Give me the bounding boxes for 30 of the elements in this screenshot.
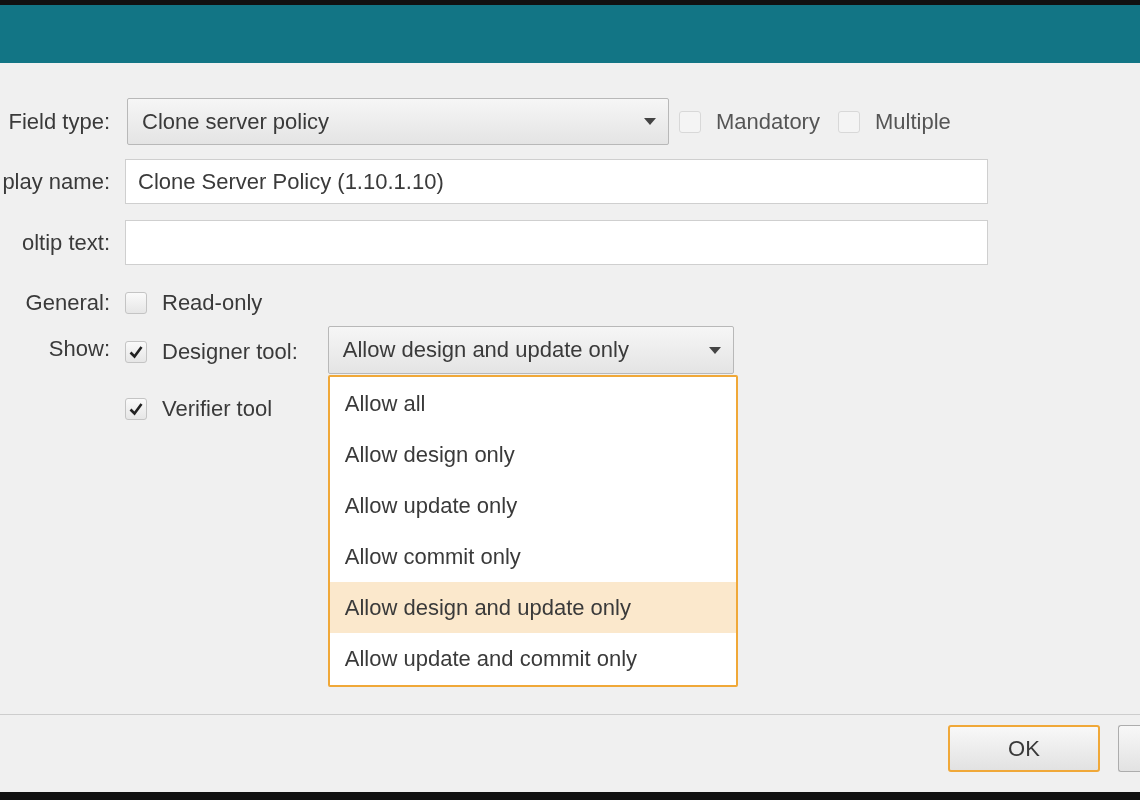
dropdown-option[interactable]: Allow commit only (329, 531, 736, 582)
checkbox[interactable] (837, 110, 860, 133)
field-label: Show: (47, 336, 110, 362)
checkbox[interactable] (125, 292, 147, 314)
dialog-button[interactable]: OK (948, 725, 1100, 772)
checkbox-label[interactable]: Multiple (874, 108, 951, 135)
dropdown-value: Allow design and update only (342, 337, 629, 363)
field-label: oltip text: (20, 229, 110, 256)
dropdown-option[interactable]: Allow design only (329, 429, 736, 480)
dropdown-value: Clone server policy (142, 108, 330, 135)
checkbox-label[interactable]: Read-only (162, 290, 263, 316)
caret-icon (644, 118, 656, 125)
text-field[interactable]: Clone Server Policy (1.10.1.10) (125, 159, 988, 204)
field-label: Field type: (7, 108, 110, 135)
dropdown-option[interactable]: Allow all (329, 378, 736, 429)
checkbox[interactable] (125, 398, 147, 420)
text-field[interactable] (125, 220, 988, 265)
checkbox-label[interactable]: Mandatory (716, 108, 820, 135)
field-label: General: (24, 290, 110, 316)
dropdown-option[interactable]: Allow design and update only (329, 582, 736, 633)
dropdown-option[interactable]: Allow update only (329, 480, 736, 531)
field-label: play name: (1, 168, 110, 195)
checkbox-label[interactable]: Verifier tool (162, 396, 273, 422)
dropdown[interactable]: Clone server policy (127, 98, 669, 145)
checkbox-label[interactable]: Designer tool: (162, 339, 298, 365)
dropdown-option[interactable]: Allow update and commit only (329, 633, 736, 684)
caret-icon (708, 346, 721, 354)
checkbox[interactable] (679, 110, 701, 133)
dialog-button[interactable] (1118, 725, 1140, 772)
checkbox[interactable] (125, 341, 147, 363)
